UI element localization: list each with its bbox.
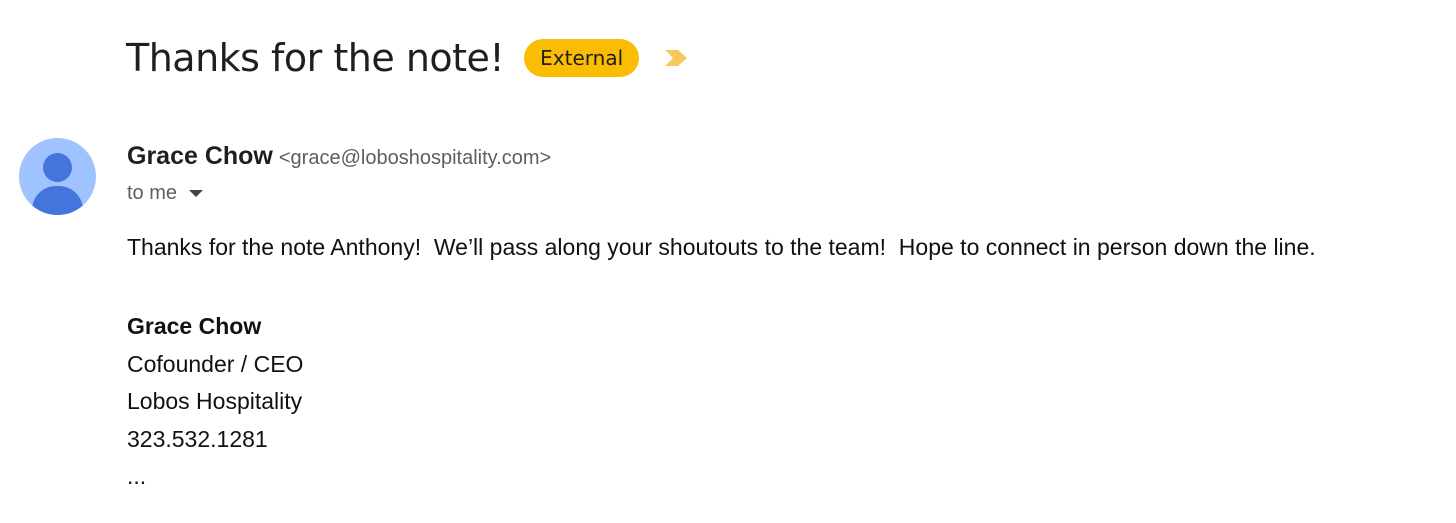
important-chevron-icon[interactable] <box>663 48 689 68</box>
signature-phone: 323.532.1281 <box>127 425 268 452</box>
sender-name[interactable]: Grace Chow <box>127 142 273 171</box>
sender-row: Grace Chow <grace@loboshospitality.com> <box>127 142 551 171</box>
recipient-line: to me <box>127 182 178 204</box>
email-signature: Grace Chow Cofounder / CEO Lobos Hospita… <box>127 308 303 496</box>
show-trimmed-content-button[interactable]: ... <box>127 458 303 496</box>
person-avatar-icon[interactable] <box>19 138 96 215</box>
external-label-badge[interactable]: External <box>524 39 640 77</box>
avatar-head <box>43 153 72 182</box>
email-subject: Thanks for the note! <box>126 36 505 80</box>
signature-title: Cofounder / CEO <box>127 350 304 377</box>
signature-company: Lobos Hospitality <box>127 388 303 414</box>
avatar-body <box>32 186 83 215</box>
sender-email: <grace@loboshospitality.com> <box>278 147 552 169</box>
chevron-down-icon[interactable] <box>189 190 204 197</box>
email-body: Thanks for the note Anthony! We’ll pass … <box>127 234 1316 260</box>
recipient-details-toggle[interactable]: to me <box>127 182 204 205</box>
subject-row: Thanks for the note! External <box>126 32 689 84</box>
signature-name: Grace Chow <box>127 313 262 339</box>
